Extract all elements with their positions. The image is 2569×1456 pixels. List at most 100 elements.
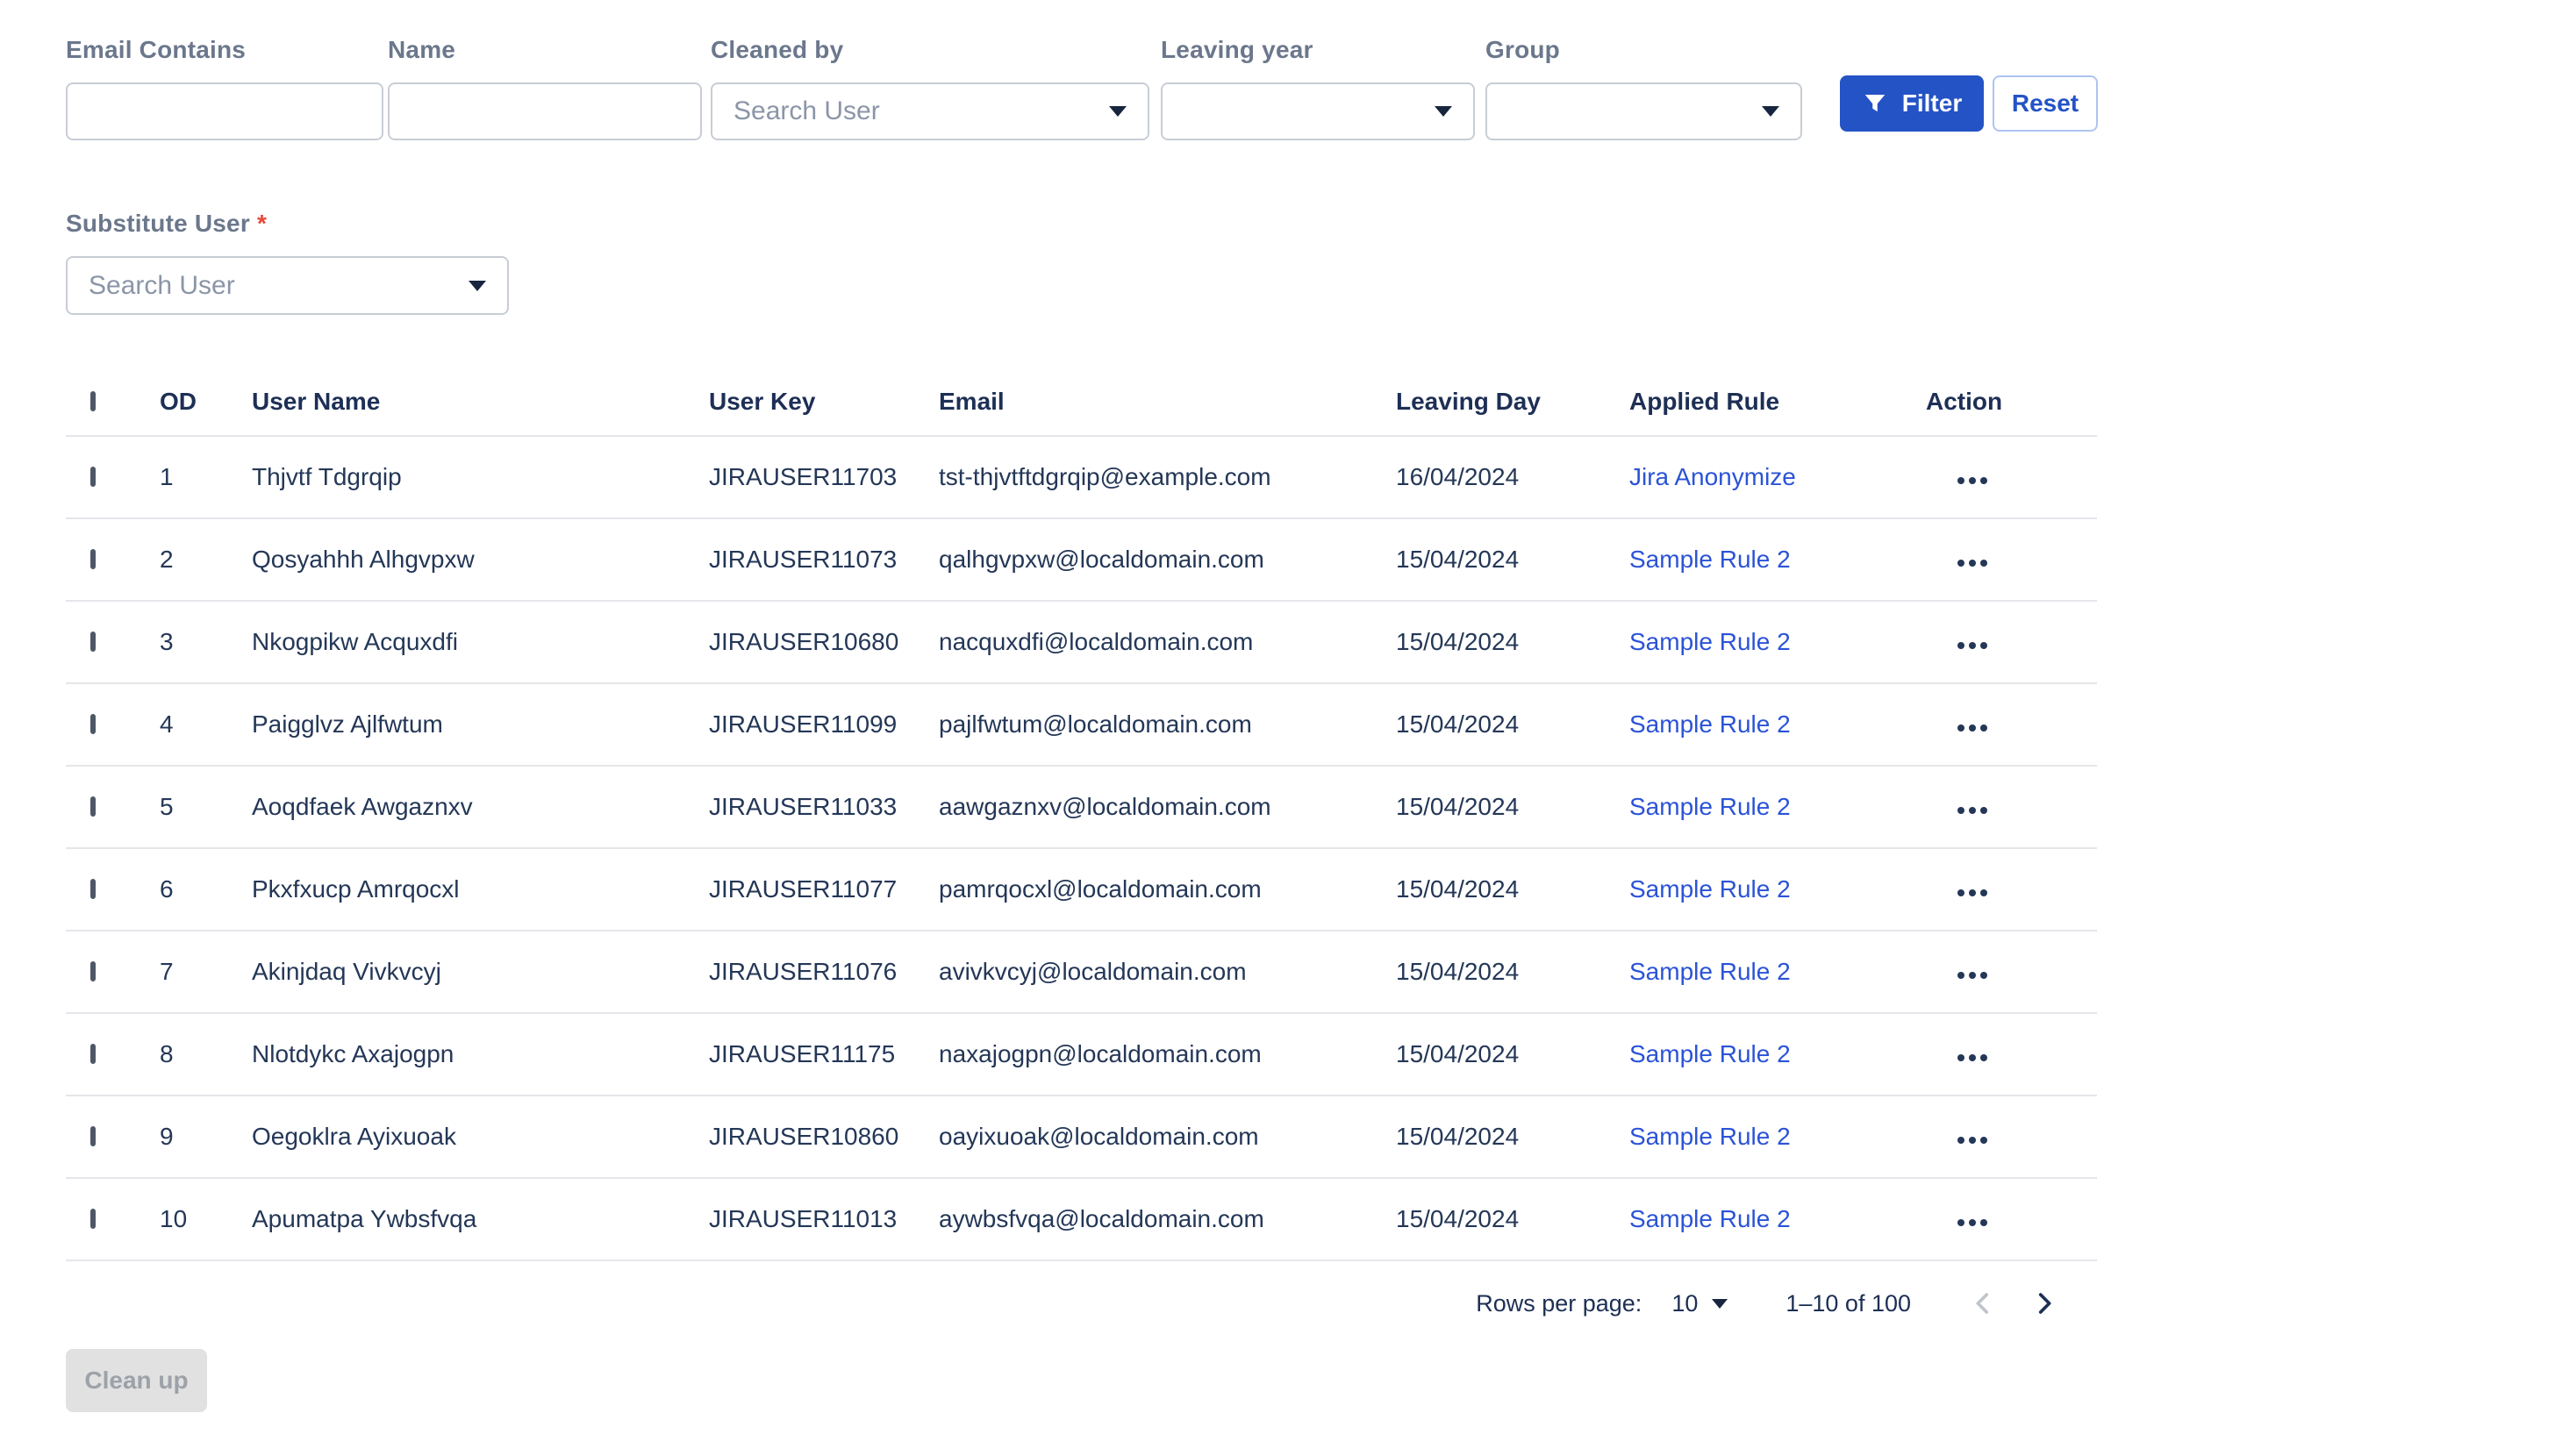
table-row: 8 Nlotdykc Axajogpn JIRAUSER11175 naxajo… xyxy=(66,1014,2097,1096)
substitute-user-label: Substitute User* xyxy=(66,209,509,239)
chevron-left-icon xyxy=(1968,1288,1998,1318)
email-cell: oayixuoak@localdomain.com xyxy=(939,1123,1396,1151)
rows-per-page-select[interactable]: 10 xyxy=(1671,1290,1728,1317)
row-checkbox[interactable] xyxy=(90,549,96,569)
user-key-cell: JIRAUSER11073 xyxy=(709,546,939,574)
row-actions-menu-button[interactable] xyxy=(1954,633,1991,658)
name-input[interactable] xyxy=(388,82,702,140)
leaving-year-select[interactable] xyxy=(1161,82,1475,140)
applied-rule-link[interactable]: Sample Rule 2 xyxy=(1629,1040,1791,1067)
group-select[interactable] xyxy=(1485,82,1802,140)
chevron-down-icon xyxy=(1435,106,1452,117)
clean-up-button[interactable]: Clean up xyxy=(66,1349,207,1412)
ellipsis-icon xyxy=(1957,560,1964,567)
applied-rule-link[interactable]: Sample Rule 2 xyxy=(1629,710,1791,738)
name-label: Name xyxy=(388,35,702,65)
users-table: OD User Name User Key Email Leaving Day … xyxy=(66,368,2097,1261)
group-label: Group xyxy=(1485,35,1802,65)
rows-per-page-value: 10 xyxy=(1671,1290,1698,1317)
next-page-button[interactable] xyxy=(2023,1282,2065,1324)
user-name-cell: Qosyahhh Alhgvpxw xyxy=(252,546,709,574)
applied-rule-link[interactable]: Sample Rule 2 xyxy=(1629,1205,1791,1232)
select-all-checkbox[interactable] xyxy=(90,391,96,411)
row-actions-menu-button[interactable] xyxy=(1954,798,1991,823)
od-cell: 3 xyxy=(145,628,252,656)
substitute-user-placeholder: Search User xyxy=(89,271,235,301)
table-row: 10 Apumatpa Ywbsfvqa JIRAUSER11013 aywbs… xyxy=(66,1179,2097,1261)
leaving-day-cell: 15/04/2024 xyxy=(1396,628,1629,656)
rows-per-page-label: Rows per page: xyxy=(1476,1290,1642,1317)
applied-rule-link[interactable]: Sample Rule 2 xyxy=(1629,628,1791,655)
od-cell: 4 xyxy=(145,710,252,739)
table-row: 7 Akinjdaq Vivkvcyj JIRAUSER11076 avivkv… xyxy=(66,931,2097,1014)
user-name-cell: Apumatpa Ywbsfvqa xyxy=(252,1205,709,1233)
od-cell: 5 xyxy=(145,793,252,821)
substitute-user-field: Substitute User* Search User xyxy=(66,209,509,315)
table-row: 3 Nkogpikw Acquxdfi JIRAUSER10680 nacqux… xyxy=(66,602,2097,684)
chevron-right-icon xyxy=(2029,1288,2059,1318)
od-cell: 1 xyxy=(145,463,252,491)
email-cell: naxajogpn@localdomain.com xyxy=(939,1040,1396,1068)
email-cell: pajlfwtum@localdomain.com xyxy=(939,710,1396,739)
user-name-cell: Paigglvz Ajlfwtum xyxy=(252,710,709,739)
cleaned-by-select[interactable]: Search User xyxy=(711,82,1149,140)
row-checkbox[interactable] xyxy=(90,1209,96,1229)
row-actions-menu-button[interactable] xyxy=(1954,963,1991,988)
applied-rule-link[interactable]: Sample Rule 2 xyxy=(1629,793,1791,820)
od-cell: 10 xyxy=(145,1205,252,1233)
row-checkbox[interactable] xyxy=(90,879,96,899)
applied-rule-link[interactable]: Sample Rule 2 xyxy=(1629,875,1791,903)
row-actions-menu-button[interactable] xyxy=(1954,881,1991,905)
email-cell: aawgaznxv@localdomain.com xyxy=(939,793,1396,821)
row-actions-menu-button[interactable] xyxy=(1954,551,1991,575)
row-checkbox[interactable] xyxy=(90,632,96,652)
table-header-row: OD User Name User Key Email Leaving Day … xyxy=(66,368,2097,437)
column-header-action: Action xyxy=(1926,388,2097,416)
leaving-day-cell: 15/04/2024 xyxy=(1396,793,1629,821)
email-cell: aywbsfvqa@localdomain.com xyxy=(939,1205,1396,1233)
applied-rule-link[interactable]: Sample Rule 2 xyxy=(1629,546,1791,573)
ellipsis-icon xyxy=(1957,1219,1964,1226)
row-actions-menu-button[interactable] xyxy=(1954,1128,1991,1153)
user-name-cell: Nlotdykc Axajogpn xyxy=(252,1040,709,1068)
cleaned-by-label: Cleaned by xyxy=(711,35,1149,65)
reset-button[interactable]: Reset xyxy=(1993,75,2098,132)
row-actions-menu-button[interactable] xyxy=(1954,1046,1991,1070)
applied-rule-link[interactable]: Sample Rule 2 xyxy=(1629,1123,1791,1150)
filter-field-leaving-year: Leaving year xyxy=(1161,35,1475,140)
row-actions-menu-button[interactable] xyxy=(1954,468,1991,493)
row-checkbox[interactable] xyxy=(90,796,96,817)
previous-page-button[interactable] xyxy=(1962,1282,2004,1324)
row-actions-menu-button[interactable] xyxy=(1954,716,1991,740)
od-cell: 8 xyxy=(145,1040,252,1068)
ellipsis-icon xyxy=(1957,477,1964,484)
ellipsis-icon xyxy=(1957,1137,1964,1144)
user-name-cell: Nkogpikw Acquxdfi xyxy=(252,628,709,656)
row-checkbox[interactable] xyxy=(90,961,96,981)
applied-rule-link[interactable]: Sample Rule 2 xyxy=(1629,958,1791,985)
user-key-cell: JIRAUSER11033 xyxy=(709,793,939,821)
row-actions-menu-button[interactable] xyxy=(1954,1210,1991,1235)
column-header-leaving-day: Leaving Day xyxy=(1396,388,1629,416)
row-checkbox[interactable] xyxy=(90,1126,96,1146)
user-name-cell: Thjvtf Tdgrqip xyxy=(252,463,709,491)
row-checkbox[interactable] xyxy=(90,467,96,487)
leaving-day-cell: 15/04/2024 xyxy=(1396,875,1629,903)
row-checkbox[interactable] xyxy=(90,1044,96,1064)
chevron-down-icon xyxy=(1712,1299,1728,1309)
table-row: 2 Qosyahhh Alhgvpxw JIRAUSER11073 qalhgv… xyxy=(66,519,2097,602)
substitute-user-select[interactable]: Search User xyxy=(66,256,509,315)
email-contains-input[interactable] xyxy=(66,82,383,140)
user-name-cell: Pkxfxucp Amrqocxl xyxy=(252,875,709,903)
chevron-down-icon xyxy=(469,281,486,291)
email-contains-label: Email Contains xyxy=(66,35,383,65)
filter-button[interactable]: Filter xyxy=(1840,75,1984,132)
pagination-range: 1–10 of 100 xyxy=(1785,1290,1911,1317)
applied-rule-link[interactable]: Jira Anonymize xyxy=(1629,463,1796,490)
leaving-day-cell: 15/04/2024 xyxy=(1396,710,1629,739)
leaving-day-cell: 16/04/2024 xyxy=(1396,463,1629,491)
filter-field-cleaned-by: Cleaned by Search User xyxy=(711,35,1149,140)
table-row: 4 Paigglvz Ajlfwtum JIRAUSER11099 pajlfw… xyxy=(66,684,2097,767)
column-header-user-key: User Key xyxy=(709,388,939,416)
row-checkbox[interactable] xyxy=(90,714,96,734)
